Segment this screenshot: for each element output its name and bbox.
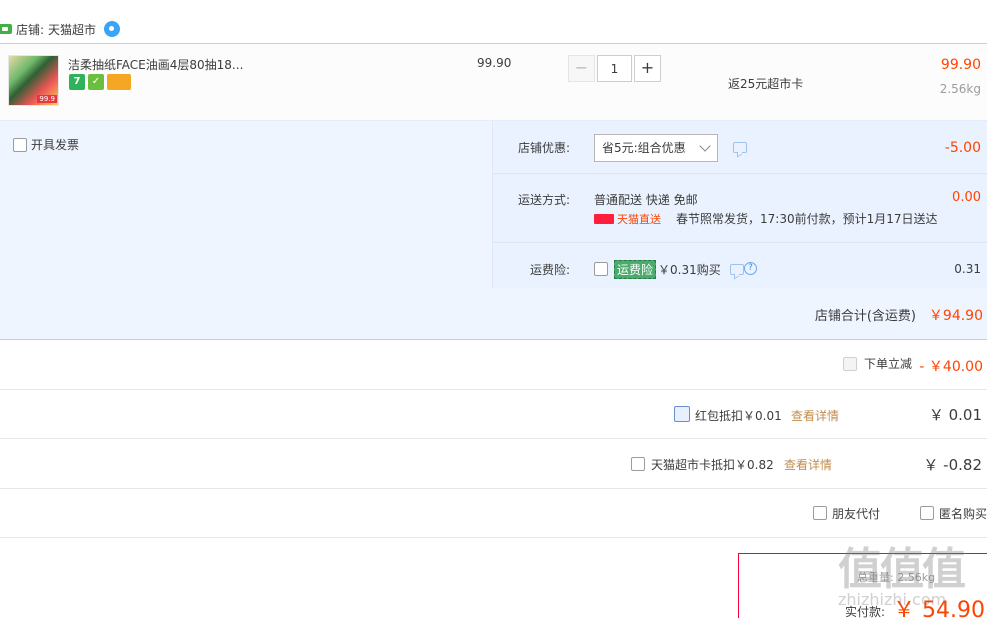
store-total-label: 店铺合计(含运费): [814, 309, 916, 324]
shipping-amount: 0.00: [952, 190, 981, 205]
divider: [493, 173, 987, 174]
store-discount-selected: 省5元:组合优惠: [602, 141, 686, 155]
divider: [0, 488, 987, 489]
services-section: 店铺优惠: 省5元:组合优惠 -5.00 运送方式: 普通配送 快递 免邮 天猫…: [492, 121, 987, 289]
supermarket-card-amount: ￥ -0.82: [923, 456, 982, 474]
increase-quantity-button[interactable]: +: [634, 55, 661, 82]
tmall-direct-badge: 天猫直送: [594, 211, 661, 227]
divider: [0, 389, 987, 390]
decrease-quantity-button[interactable]: −: [568, 55, 595, 82]
tmall-cat-icon: [594, 214, 614, 224]
store-discount-amount: -5.00: [944, 140, 981, 156]
store-total-row: 店铺合计(含运费) ￥94.90: [0, 288, 987, 340]
store-total-amount: ￥94.90: [928, 308, 983, 324]
supermarket-card-label: 天猫超市卡抵扣￥0.82: [651, 458, 774, 472]
message-icon[interactable]: [733, 142, 747, 153]
store-discount-select[interactable]: 省5元:组合优惠: [594, 134, 718, 162]
shop-header: 店铺: 天猫超市: [0, 16, 121, 42]
invoice-option[interactable]: 开具发票: [13, 136, 79, 153]
product-thumbnail[interactable]: 99.9: [8, 55, 59, 106]
invoice-label: 开具发票: [31, 138, 80, 152]
help-icon[interactable]: ?: [744, 262, 757, 275]
delivery-note: 春节照常发货，17:30前付款，预计1月17日送达: [676, 212, 938, 226]
shipping-method: 普通配送 快递 免邮: [594, 193, 698, 207]
credit-card-icon[interactable]: [107, 74, 131, 90]
supermarket-card-checkbox[interactable]: [631, 457, 645, 471]
order-options-panel: 开具发票 店铺优惠: 省5元:组合优惠 -5.00 运送方式: 普通配送 快递 …: [0, 120, 987, 289]
thumbnail-price-tag: 99.9: [37, 95, 57, 103]
genuine-guarantee-icon[interactable]: ✓: [88, 74, 104, 90]
item-weight: 2.56kg: [939, 82, 981, 96]
instant-discount-amount: - ￥40.00: [919, 359, 983, 375]
friend-pay-label: 朋友代付: [832, 507, 881, 521]
redpacket-amount: ￥ 0.01: [928, 406, 982, 424]
chevron-down-icon: [699, 140, 711, 152]
redpacket-label: 红包抵扣￥0.01: [695, 409, 782, 423]
service-badges: 7 ✓: [69, 74, 131, 90]
seven-day-return-icon[interactable]: 7: [69, 74, 85, 90]
supermarket-card-details-link[interactable]: 查看详情: [784, 456, 832, 473]
anonymous-purchase-checkbox[interactable]: [920, 506, 934, 520]
shipping-insurance-amount: 0.31: [954, 262, 981, 276]
tmall-direct-label: 天猫直送: [617, 213, 661, 226]
tmall-shop-icon: [0, 24, 12, 34]
shipping-insurance-label: 运费险:: [530, 263, 571, 277]
friend-pay-checkbox[interactable]: [813, 506, 827, 520]
invoice-checkbox[interactable]: [13, 137, 27, 152]
cart-item-row: 99.9 洁柔抽纸FACE油画4层80抽18... 7 ✓ 99.90 − + …: [0, 43, 987, 120]
shop-label: 店铺:: [16, 22, 45, 37]
shipping-insurance-checkbox[interactable]: [594, 262, 608, 276]
redpacket-checkbox[interactable]: [674, 406, 690, 422]
watermark-url: zhizhizhi.com: [838, 590, 947, 609]
shipping-insurance-desc: ￥0.31购买: [658, 263, 721, 277]
wangwang-chat-icon[interactable]: [104, 21, 121, 37]
divider: [493, 242, 987, 243]
shipping-insurance-tag: 运费险: [614, 260, 657, 279]
item-subtotal: 99.90: [940, 57, 981, 73]
quantity-input[interactable]: [597, 55, 632, 82]
product-title-link[interactable]: 洁柔抽纸FACE油画4层80抽18...: [68, 56, 248, 73]
redpacket-details-link[interactable]: 查看详情: [791, 407, 839, 424]
watermark-logo: 值值值: [838, 544, 966, 595]
shop-name[interactable]: 天猫超市: [48, 21, 96, 38]
store-discount-label: 店铺优惠:: [518, 141, 571, 155]
divider: [0, 438, 987, 439]
quantity-stepper: − +: [568, 55, 661, 82]
unit-price: 99.90: [477, 56, 512, 70]
message-icon[interactable]: [730, 264, 744, 275]
instant-discount-label: 下单立减: [864, 357, 913, 371]
anonymous-purchase-label: 匿名购买: [939, 507, 987, 521]
shipping-label: 运送方式:: [518, 193, 571, 207]
invoice-section: 开具发票: [0, 121, 491, 289]
rebate-text: 返25元超市卡: [728, 77, 804, 91]
instant-discount-checkbox: [843, 357, 857, 371]
